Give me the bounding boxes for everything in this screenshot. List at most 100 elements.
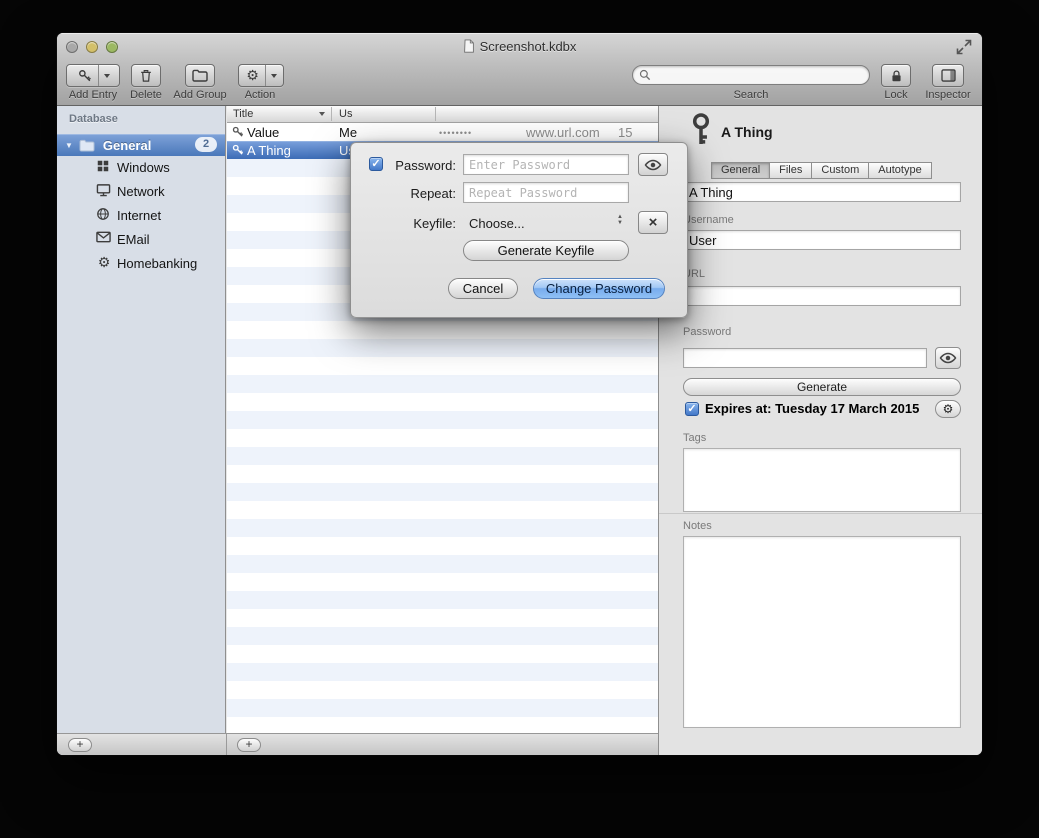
new-password-input[interactable] [463, 154, 629, 175]
add-group-label: Add Group [165, 89, 235, 101]
sidebar-item-label: EMail [117, 232, 150, 247]
cell-username: Me [339, 125, 357, 140]
windows-icon [96, 159, 112, 175]
chevron-down-icon [271, 74, 277, 78]
tags-label: Tags [683, 432, 706, 444]
delete-button[interactable] [131, 64, 161, 87]
tab-files[interactable]: Files [769, 162, 812, 179]
folder-icon [192, 69, 208, 82]
dialog-password-label: Password: [371, 158, 456, 173]
column-header-title[interactable]: Title [233, 108, 253, 120]
show-password-button[interactable] [638, 153, 668, 176]
action-dropdown[interactable] [265, 65, 282, 86]
tags-input[interactable] [683, 448, 961, 512]
arrow-down-icon: ▼ [617, 220, 623, 226]
group-sidebar: Database ▼ General 2 Windows Network [57, 106, 226, 755]
url-field[interactable] [683, 286, 961, 306]
change-password-button[interactable]: Change Password [533, 278, 665, 299]
sidebar-item-homebanking[interactable]: ⚙ Homebanking [57, 251, 225, 275]
disclosure-triangle-icon[interactable]: ▼ [65, 141, 73, 150]
sidebar-item-network[interactable]: Network [57, 179, 225, 203]
cancel-button[interactable]: Cancel [448, 278, 518, 299]
password-label: Password [683, 326, 731, 338]
password-field[interactable] [683, 348, 927, 368]
inspector-entry-title: A Thing [721, 124, 773, 140]
action-button[interactable]: ⚙ [238, 64, 284, 87]
folder-icon [79, 139, 95, 152]
popup-arrows-icon[interactable]: ▲ ▼ [617, 214, 623, 226]
key-icon [232, 126, 244, 138]
key-icon [232, 144, 244, 156]
dialog-keyfile-label: Keyfile: [371, 216, 456, 231]
sidebar-item-windows[interactable]: Windows [57, 155, 225, 179]
gear-icon: ⚙ [240, 65, 265, 86]
fullscreen-icon[interactable] [956, 39, 972, 55]
key-icon [72, 65, 98, 86]
add-entry-button[interactable] [66, 64, 120, 87]
entry-key-icon [687, 112, 715, 148]
generate-password-button[interactable]: Generate [683, 378, 961, 396]
trash-icon [139, 69, 153, 83]
sidebar-group-general[interactable]: ▼ General 2 [57, 134, 225, 156]
eye-icon [939, 352, 957, 364]
sidebar-item-label: Windows [117, 160, 170, 175]
reveal-password-button[interactable] [935, 347, 961, 369]
action-label: Action [230, 89, 290, 101]
notes-label: Notes [683, 520, 712, 532]
lock-button[interactable] [881, 64, 911, 87]
clear-keyfile-button[interactable]: × [638, 211, 668, 234]
group-count-badge: 2 [195, 137, 217, 152]
monitor-icon [96, 183, 112, 199]
table-row[interactable]: Value Me •••••••• www.url.com 15 [227, 123, 658, 141]
cell-url: www.url.com [526, 125, 600, 140]
change-password-dialog: ✓ Password: Repeat: Keyfile: Choose... ▲… [350, 142, 688, 318]
sidebar-item-label: Internet [117, 208, 161, 223]
window-chrome: Screenshot.kdbx ⚙ [57, 33, 982, 106]
username-label: Username [683, 214, 734, 226]
cell-title: A Thing [247, 143, 291, 158]
tab-general[interactable]: General [711, 162, 770, 179]
gear-icon: ⚙ [96, 255, 112, 271]
cell-title: Value [247, 125, 279, 140]
sidebar-item-label: Homebanking [117, 256, 197, 271]
notes-input[interactable] [683, 536, 961, 728]
column-divider[interactable] [331, 107, 332, 121]
expires-label: Expires at: Tuesday 17 March 2015 [705, 401, 919, 416]
tab-custom[interactable]: Custom [811, 162, 869, 179]
inspector-pane: A Thing General Files Custom Autotype Us… [658, 106, 982, 755]
repeat-password-input[interactable] [463, 182, 629, 203]
inspector-panel-icon [941, 69, 956, 82]
search-label: Search [711, 89, 791, 101]
search-icon [639, 69, 651, 81]
dialog-repeat-label: Repeat: [371, 186, 456, 201]
window-title: Screenshot.kdbx [57, 39, 982, 54]
add-entry-plus-button[interactable]: + [237, 738, 261, 752]
expires-row: ✓ Expires at: Tuesday 17 March 2015 [685, 401, 919, 416]
expires-settings-button[interactable]: ⚙ [935, 400, 961, 418]
sort-indicator-icon [319, 112, 325, 116]
inspector-button[interactable] [932, 64, 964, 87]
cell-password: •••••••• [439, 128, 472, 138]
column-header-username[interactable]: Us [339, 108, 352, 120]
add-group-button[interactable] [185, 64, 215, 87]
chevron-down-icon [104, 74, 110, 78]
column-divider[interactable] [435, 107, 436, 121]
search-input[interactable] [655, 68, 863, 82]
sidebar-header: Database [69, 113, 118, 125]
search-field[interactable] [632, 65, 870, 85]
title-field[interactable] [683, 182, 961, 202]
add-group-plus-button[interactable]: + [68, 738, 92, 752]
tab-autotype[interactable]: Autotype [868, 162, 931, 179]
keyfile-popup[interactable]: Choose... [469, 216, 525, 231]
desktop: Screenshot.kdbx ⚙ [0, 0, 1039, 838]
group-label: General [103, 138, 151, 153]
generate-keyfile-button[interactable]: Generate Keyfile [463, 240, 629, 261]
document-icon [463, 39, 475, 53]
username-field[interactable] [683, 230, 961, 250]
add-entry-dropdown[interactable] [98, 65, 115, 86]
globe-icon [96, 207, 112, 223]
section-divider [659, 513, 982, 514]
expires-checkbox[interactable]: ✓ [685, 402, 699, 416]
sidebar-item-internet[interactable]: Internet [57, 203, 225, 227]
sidebar-item-email[interactable]: EMail [57, 227, 225, 251]
